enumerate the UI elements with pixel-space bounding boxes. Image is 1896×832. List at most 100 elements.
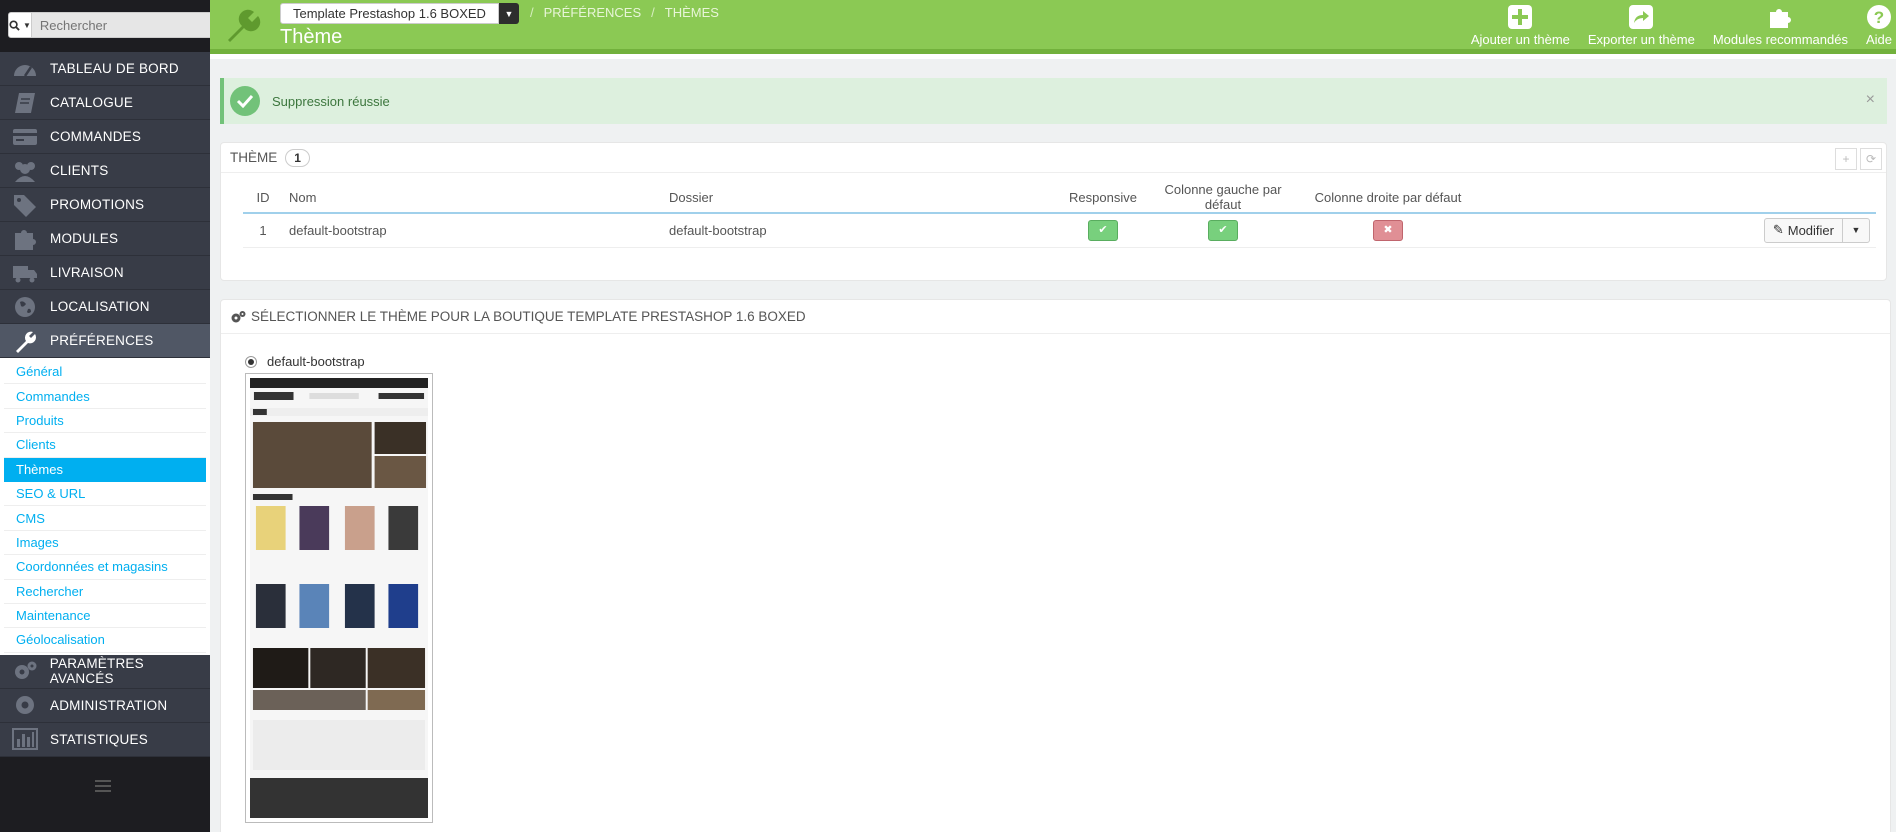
help-button[interactable]: ? Aide <box>1857 4 1896 47</box>
menu-label: TABLEAU DE BORD <box>50 61 179 76</box>
toolbar-label: Ajouter un thème <box>1470 32 1570 47</box>
plus-icon <box>1508 5 1533 29</box>
cell-left-column: ✔ <box>1143 213 1303 248</box>
menu-label: LOCALISATION <box>50 299 150 314</box>
check-icon[interactable]: ✔ <box>1088 219 1118 241</box>
page-header: Template Prestashop 1.6 BOXED ▼ / PRÉFÉRE… <box>210 0 1896 54</box>
theme-preview-image[interactable] <box>245 373 433 823</box>
collapse-menu-icon[interactable] <box>95 780 111 795</box>
breadcrumb-item[interactable]: THÈMES <box>665 5 719 20</box>
edit-label: Modifier <box>1787 222 1834 238</box>
chevron-down-icon[interactable]: ▼ <box>1843 219 1869 242</box>
submenu-item[interactable]: Clients <box>4 433 206 458</box>
puzzle-icon <box>8 225 42 253</box>
panel-title: THÈME <box>230 150 278 165</box>
edit-button[interactable]: ✎ Modifier <box>1765 218 1843 242</box>
shop-selector[interactable]: Template Prestashop 1.6 BOXED ▼ <box>280 3 519 24</box>
search-box: ▼ <box>8 12 217 38</box>
menu-item-administration[interactable]: ADMINISTRATION <box>0 688 210 723</box>
menu-label: CATALOGUE <box>50 95 134 110</box>
bar-chart-icon <box>8 725 42 753</box>
page-title: Thème <box>280 26 343 48</box>
close-icon[interactable]: × <box>1866 91 1875 109</box>
menu-item-modules[interactable]: MODULES <box>0 222 210 256</box>
search-input[interactable] <box>31 12 217 38</box>
menu-item-advanced-parameters[interactable]: PARAMÈTRES AVANCÉS <box>0 654 210 689</box>
menu-item-preferences[interactable]: PRÉFÉRENCES <box>0 324 210 358</box>
puzzle-icon <box>1770 9 1792 28</box>
column-header: Responsive <box>1063 182 1143 214</box>
theme-list-panel: THÈME 1 + ⟳ ID Nom Dossier Responsive Co… <box>220 142 1887 281</box>
column-header-actions <box>1473 182 1876 214</box>
refresh-icon[interactable]: ⟳ <box>1860 148 1882 170</box>
menu-label: PRÉFÉRENCES <box>50 333 154 348</box>
add-new-icon[interactable]: + <box>1835 148 1857 170</box>
menu-item-localization[interactable]: LOCALISATION <box>0 290 210 324</box>
add-theme-button[interactable]: Ajouter un thème <box>1462 4 1579 47</box>
theme-option[interactable]: default-bootstrap <box>245 354 365 369</box>
users-icon <box>8 157 42 185</box>
submenu-item[interactable]: Images <box>4 531 206 556</box>
submenu-item[interactable]: Géolocalisation <box>4 628 206 653</box>
submenu-item[interactable]: Maintenance <box>4 604 206 629</box>
menu-item-statistics[interactable]: STATISTIQUES <box>0 722 210 757</box>
wrench-icon <box>228 9 261 42</box>
tag-icon <box>8 191 42 219</box>
theme-radio[interactable] <box>245 355 257 368</box>
submenu-item[interactable]: CMS <box>4 506 206 531</box>
search-dropdown-button[interactable]: ▼ <box>8 12 32 38</box>
menu-label: MODULES <box>50 231 119 246</box>
book-icon <box>8 89 42 117</box>
export-icon <box>1629 5 1654 29</box>
submenu-item[interactable]: Coordonnées et magasins <box>4 555 206 580</box>
toolbar-label: Aide <box>1865 32 1892 47</box>
chevron-down-icon: ▼ <box>498 3 519 24</box>
credit-card-icon <box>8 123 42 151</box>
pencil-icon: ✎ <box>1772 222 1784 238</box>
recommended-modules-button[interactable]: Modules recommandés <box>1704 4 1857 47</box>
export-theme-button[interactable]: Exporter un thème <box>1579 4 1704 47</box>
toolbar: Ajouter un thème Exporter un thème Modul… <box>1462 4 1896 47</box>
cogs-icon <box>8 657 42 685</box>
cell-id: 1 <box>243 213 283 248</box>
menu-item-customers[interactable]: CLIENTS <box>0 154 210 188</box>
submenu-item-active[interactable]: Thèmes <box>4 457 206 482</box>
menu-item-promotions[interactable]: PROMOTIONS <box>0 188 210 222</box>
cell-folder: default-bootstrap <box>663 213 1063 248</box>
menu-item-shipping[interactable]: LIVRAISON <box>0 256 210 290</box>
dashboard-icon <box>8 55 42 83</box>
menu-item-orders[interactable]: COMMANDES <box>0 120 210 154</box>
column-header: Colonne gauche par défaut <box>1143 182 1303 214</box>
submenu-item[interactable]: Général <box>4 360 206 385</box>
chevron-down-icon: ▼ <box>23 20 31 30</box>
submenu-item[interactable]: Produits <box>4 409 206 434</box>
menu-label: PROMOTIONS <box>50 197 145 212</box>
success-alert: Suppression réussie × <box>220 78 1887 124</box>
count-badge: 1 <box>285 148 310 167</box>
menu-item-catalog[interactable]: CATALOGUE <box>0 86 210 120</box>
toolbar-label: Exporter un thème <box>1587 32 1695 47</box>
submenu-item[interactable]: Commandes <box>4 384 206 409</box>
submenu-item[interactable]: Rechercher <box>4 580 206 604</box>
check-circle-icon <box>230 86 260 116</box>
check-icon[interactable]: ✔ <box>1208 219 1238 241</box>
panel-title: SÉLECTIONNER LE THÈME POUR LA BOUTIQUE T… <box>251 309 806 324</box>
shop-selector-value: Template Prestashop 1.6 BOXED <box>280 3 499 24</box>
breadcrumb-item[interactable]: PRÉFÉRENCES <box>544 5 642 20</box>
cell-right-column: ✖ <box>1303 213 1473 248</box>
alert-message: Suppression réussie <box>272 93 390 109</box>
gear-icon <box>8 691 42 719</box>
menu-label: CLIENTS <box>50 163 109 178</box>
cell-name: default-bootstrap <box>283 213 663 248</box>
cell-responsive: ✔ <box>1063 213 1143 248</box>
sidebar: ▼ TABLEAU DE BORD CATALOGUE COMMANDES CL… <box>0 0 217 832</box>
svg-text:?: ? <box>1874 8 1884 27</box>
panel-actions: + ⟳ <box>1832 148 1882 170</box>
search-icon <box>9 19 20 31</box>
menu-item-dashboard[interactable]: TABLEAU DE BORD <box>0 52 210 86</box>
submenu-item[interactable]: SEO & URL <box>4 482 206 507</box>
theme-option-label: default-bootstrap <box>267 354 365 369</box>
globe-icon <box>8 293 42 321</box>
cross-icon[interactable]: ✖ <box>1373 219 1403 241</box>
column-header: Nom <box>283 182 663 214</box>
